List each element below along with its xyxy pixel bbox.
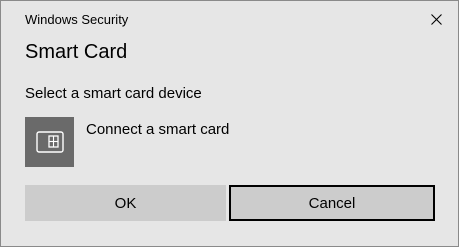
title-bar: Windows Security: [1, 1, 458, 37]
cancel-button[interactable]: Cancel: [229, 185, 435, 221]
smart-card-dialog: Windows Security Smart Card Select a sma…: [0, 0, 459, 247]
close-button[interactable]: [426, 9, 446, 29]
window-title: Windows Security: [25, 12, 129, 27]
ok-button[interactable]: OK: [25, 185, 226, 221]
smart-card-reader-icon: [35, 131, 64, 153]
close-icon: [430, 13, 442, 25]
prompt-text: Select a smart card device: [25, 85, 202, 102]
device-option-label: Connect a smart card: [86, 121, 230, 138]
dialog-heading: Smart Card: [25, 41, 128, 63]
device-tile: [25, 117, 74, 167]
connect-smart-card-option[interactable]: Connect a smart card: [25, 117, 325, 169]
